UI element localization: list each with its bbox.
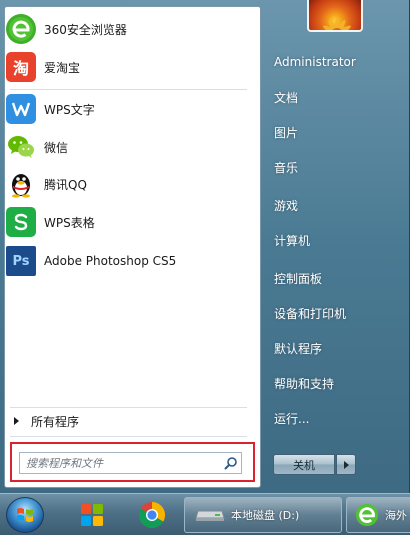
taskbar-window-360-browser[interactable]: 海外 bbox=[346, 497, 410, 533]
right-item-games[interactable]: 游戏 bbox=[274, 194, 406, 216]
search-input[interactable] bbox=[20, 454, 221, 472]
all-programs-button[interactable]: 所有程序 bbox=[6, 410, 250, 432]
photoshop-icon: Ps bbox=[6, 246, 36, 276]
window-title: 本地磁盘 (D:) bbox=[231, 509, 300, 522]
menu-separator bbox=[10, 407, 247, 408]
360-browser-icon bbox=[355, 503, 379, 527]
program-item-360-browser[interactable]: 360安全浏览器 bbox=[6, 12, 250, 46]
search-box[interactable] bbox=[19, 452, 242, 474]
program-item-wps-writer[interactable]: WPS文字 bbox=[6, 92, 250, 126]
menu-separator bbox=[10, 89, 247, 90]
program-item-wps-spreadsheet[interactable]: WPS表格 bbox=[6, 205, 250, 239]
program-label: WPS表格 bbox=[44, 215, 95, 230]
drive-icon bbox=[195, 508, 225, 522]
program-label: WPS文字 bbox=[44, 102, 95, 117]
wechat-icon bbox=[6, 132, 36, 162]
shutdown-options-button[interactable] bbox=[336, 454, 356, 475]
right-item-documents[interactable]: 文档 bbox=[274, 86, 406, 108]
chevron-right-icon bbox=[14, 417, 19, 425]
qq-penguin-icon bbox=[6, 169, 36, 199]
program-label: Adobe Photoshop CS5 bbox=[44, 254, 177, 268]
program-label: 爱淘宝 bbox=[44, 60, 81, 75]
right-item-computer[interactable]: 计算机 bbox=[274, 229, 406, 251]
menu-separator bbox=[10, 436, 247, 437]
right-item-music[interactable]: 音乐 bbox=[274, 156, 406, 178]
program-label: 腾讯QQ bbox=[44, 177, 87, 192]
program-item-photoshop[interactable]: Ps Adobe Photoshop CS5 bbox=[6, 244, 250, 278]
window-title: 海外 bbox=[385, 509, 407, 522]
chevron-right-icon bbox=[343, 460, 349, 469]
right-item-default-programs[interactable]: 默认程序 bbox=[274, 337, 406, 359]
user-avatar[interactable] bbox=[307, 0, 363, 32]
user-name-link[interactable]: Administrator bbox=[274, 51, 406, 73]
right-item-pictures[interactable]: 图片 bbox=[274, 121, 406, 143]
right-item-run[interactable]: 运行... bbox=[274, 407, 406, 429]
wps-spreadsheet-icon bbox=[6, 207, 36, 237]
chrome-icon[interactable] bbox=[132, 497, 172, 533]
all-programs-label: 所有程序 bbox=[31, 414, 80, 429]
program-label: 微信 bbox=[44, 140, 69, 155]
windows-start-orb-icon[interactable] bbox=[6, 497, 44, 533]
taobao-icon: 淘 bbox=[6, 52, 36, 82]
program-label: 360安全浏览器 bbox=[44, 22, 127, 37]
windows-store-tiles-icon[interactable] bbox=[72, 497, 112, 533]
search-icon[interactable] bbox=[221, 453, 241, 473]
wps-writer-icon bbox=[6, 94, 36, 124]
right-item-control-panel[interactable]: 控制面板 bbox=[274, 267, 406, 289]
taskbar-window-local-disk[interactable]: 本地磁盘 (D:) bbox=[184, 497, 342, 533]
360-browser-icon bbox=[6, 14, 36, 44]
right-item-help-support[interactable]: 帮助和支持 bbox=[274, 372, 406, 394]
program-item-qq[interactable]: 腾讯QQ bbox=[6, 167, 250, 201]
shutdown-button[interactable]: 关机 bbox=[273, 454, 335, 475]
program-item-wechat[interactable]: 微信 bbox=[6, 130, 250, 164]
program-item-taobao[interactable]: 淘 爱淘宝 bbox=[6, 50, 250, 84]
right-item-devices-printers[interactable]: 设备和打印机 bbox=[274, 302, 406, 324]
